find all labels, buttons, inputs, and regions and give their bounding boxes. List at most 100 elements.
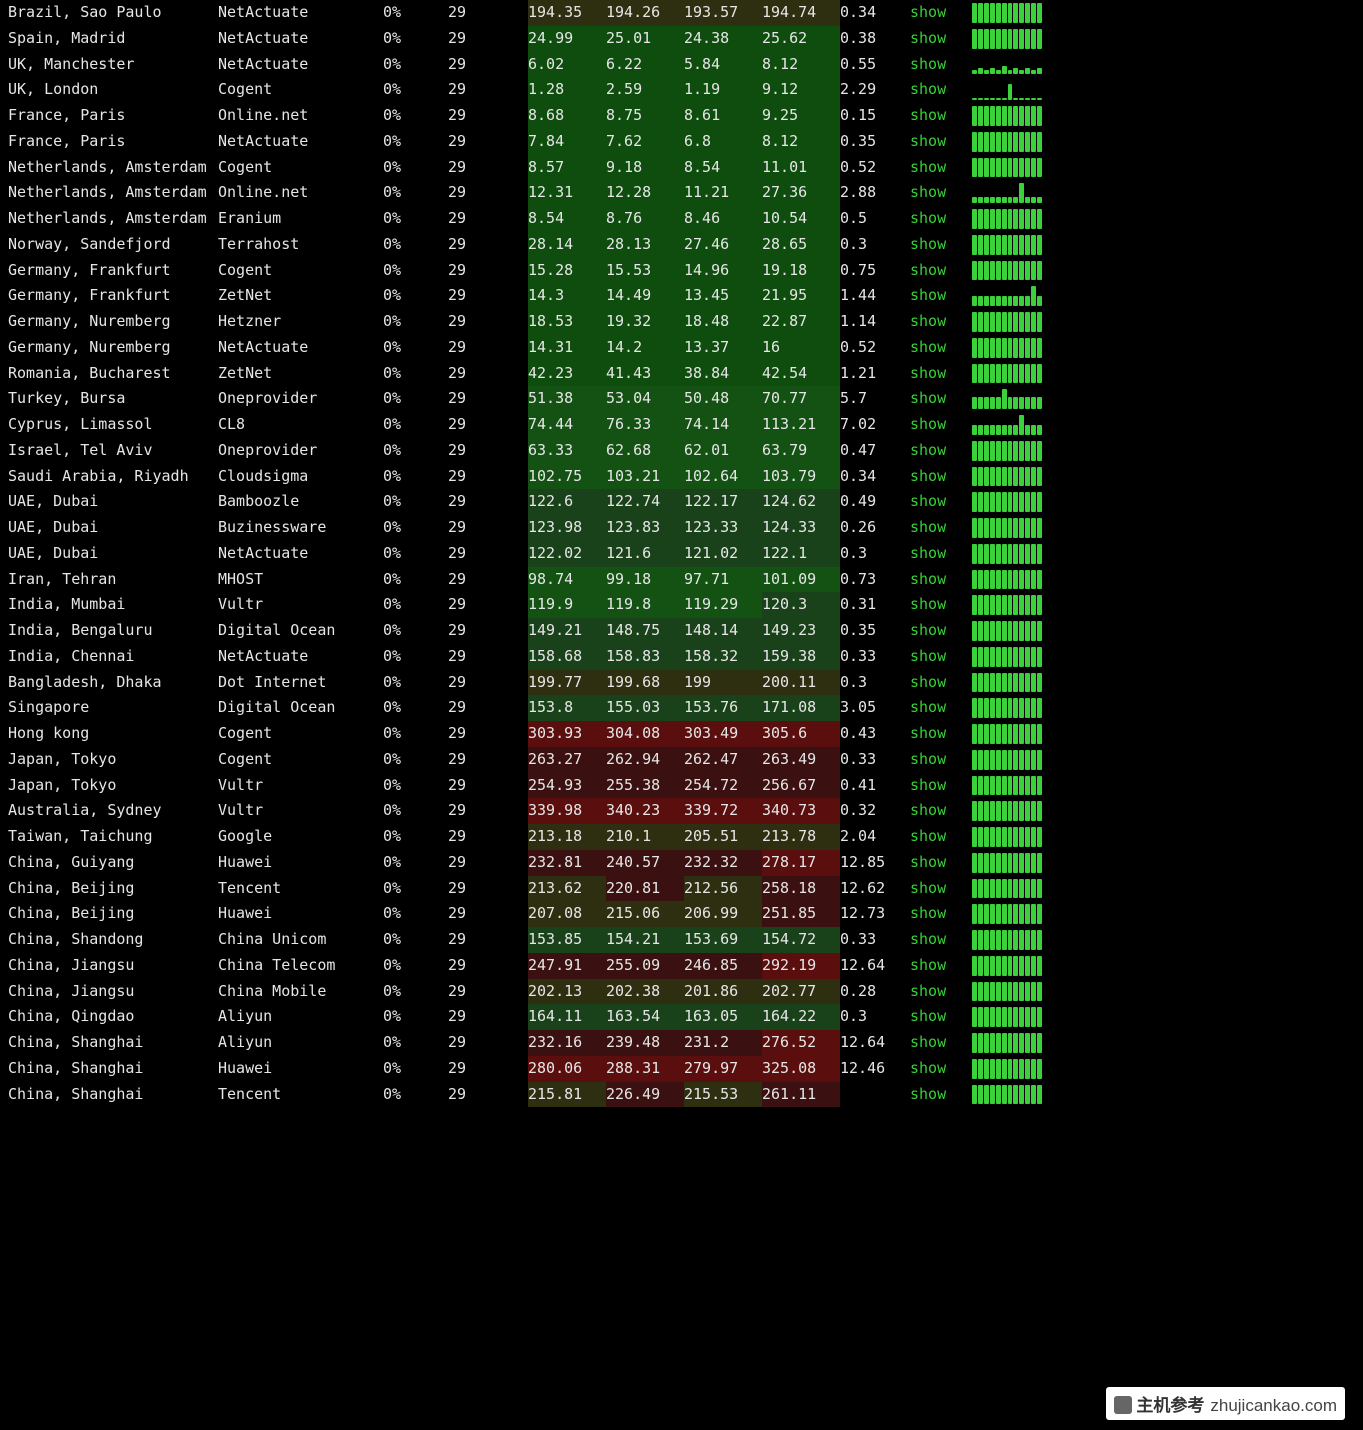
latency-cell: 6.22 bbox=[606, 52, 684, 78]
sent-cell: 29 bbox=[448, 464, 528, 490]
table-row: Germany, NurembergNetActuate0%2914.3114.… bbox=[0, 335, 1363, 361]
show-link[interactable]: show bbox=[910, 283, 972, 309]
show-link[interactable]: show bbox=[910, 52, 972, 78]
latency-cell: 239.48 bbox=[606, 1030, 684, 1056]
latency-cell: 101.09 bbox=[762, 567, 840, 593]
table-row: Germany, FrankfurtZetNet0%2914.314.4913.… bbox=[0, 283, 1363, 309]
show-link[interactable]: show bbox=[910, 489, 972, 515]
provider-cell: Google bbox=[218, 824, 383, 850]
show-link[interactable]: show bbox=[910, 592, 972, 618]
sparkline bbox=[972, 721, 1044, 747]
show-link[interactable]: show bbox=[910, 26, 972, 52]
sent-cell: 29 bbox=[448, 644, 528, 670]
sent-cell: 29 bbox=[448, 1004, 528, 1030]
table-row: UAE, DubaiNetActuate0%29122.02121.6121.0… bbox=[0, 541, 1363, 567]
show-link[interactable]: show bbox=[910, 386, 972, 412]
latency-cell: 6.8 bbox=[684, 129, 762, 155]
location-cell: China, Jiangsu bbox=[0, 953, 218, 979]
location-cell: Singapore bbox=[0, 695, 218, 721]
show-link[interactable]: show bbox=[910, 670, 972, 696]
location-cell: China, Shanghai bbox=[0, 1056, 218, 1082]
location-cell: China, Qingdao bbox=[0, 1004, 218, 1030]
loss-cell: 0% bbox=[383, 129, 448, 155]
show-link[interactable]: show bbox=[910, 206, 972, 232]
stdev-cell: 12.73 bbox=[840, 901, 910, 927]
show-link[interactable]: show bbox=[910, 464, 972, 490]
show-link[interactable]: show bbox=[910, 1004, 972, 1030]
show-link[interactable]: show bbox=[910, 180, 972, 206]
show-link[interactable]: show bbox=[910, 129, 972, 155]
show-link[interactable]: show bbox=[910, 850, 972, 876]
location-cell: UK, Manchester bbox=[0, 52, 218, 78]
show-link[interactable]: show bbox=[910, 618, 972, 644]
stdev-cell: 0.33 bbox=[840, 927, 910, 953]
show-link[interactable]: show bbox=[910, 567, 972, 593]
provider-cell: Online.net bbox=[218, 103, 383, 129]
latency-cell: 303.93 bbox=[528, 721, 606, 747]
show-link[interactable]: show bbox=[910, 309, 972, 335]
show-link[interactable]: show bbox=[910, 824, 972, 850]
latency-cell: 153.85 bbox=[528, 927, 606, 953]
show-link[interactable]: show bbox=[910, 747, 972, 773]
sparkline bbox=[972, 541, 1044, 567]
provider-cell: China Unicom bbox=[218, 927, 383, 953]
sparkline bbox=[972, 129, 1044, 155]
sparkline bbox=[972, 695, 1044, 721]
table-row: China, BeijingTencent0%29213.62220.81212… bbox=[0, 876, 1363, 902]
loss-cell: 0% bbox=[383, 1082, 448, 1108]
show-link[interactable]: show bbox=[910, 103, 972, 129]
latency-cell: 148.14 bbox=[684, 618, 762, 644]
show-link[interactable]: show bbox=[910, 953, 972, 979]
show-link[interactable]: show bbox=[910, 438, 972, 464]
show-link[interactable]: show bbox=[910, 0, 972, 26]
show-link[interactable]: show bbox=[910, 335, 972, 361]
loss-cell: 0% bbox=[383, 824, 448, 850]
latency-cell: 124.33 bbox=[762, 515, 840, 541]
table-row: Taiwan, TaichungGoogle0%29213.18210.1205… bbox=[0, 824, 1363, 850]
loss-cell: 0% bbox=[383, 52, 448, 78]
show-link[interactable]: show bbox=[910, 773, 972, 799]
location-cell: China, Shanghai bbox=[0, 1030, 218, 1056]
stdev-cell: 0.32 bbox=[840, 798, 910, 824]
latency-cell: 158.83 bbox=[606, 644, 684, 670]
show-link[interactable]: show bbox=[910, 876, 972, 902]
sparkline bbox=[972, 850, 1044, 876]
loss-cell: 0% bbox=[383, 309, 448, 335]
latency-cell: 163.05 bbox=[684, 1004, 762, 1030]
sent-cell: 29 bbox=[448, 103, 528, 129]
show-link[interactable]: show bbox=[910, 361, 972, 387]
show-link[interactable]: show bbox=[910, 232, 972, 258]
latency-cell: 210.1 bbox=[606, 824, 684, 850]
show-link[interactable]: show bbox=[910, 979, 972, 1005]
show-link[interactable]: show bbox=[910, 1056, 972, 1082]
latency-cell: 38.84 bbox=[684, 361, 762, 387]
latency-cell: 74.14 bbox=[684, 412, 762, 438]
latency-block: 51.3853.0450.4870.77 bbox=[528, 386, 840, 412]
location-cell: China, Guiyang bbox=[0, 850, 218, 876]
show-link[interactable]: show bbox=[910, 541, 972, 567]
latency-block: 207.08215.06206.99251.85 bbox=[528, 901, 840, 927]
location-cell: Germany, Frankfurt bbox=[0, 258, 218, 284]
show-link[interactable]: show bbox=[910, 412, 972, 438]
show-link[interactable]: show bbox=[910, 644, 972, 670]
provider-cell: Online.net bbox=[218, 180, 383, 206]
show-link[interactable]: show bbox=[910, 927, 972, 953]
sent-cell: 29 bbox=[448, 386, 528, 412]
latency-cell: 62.68 bbox=[606, 438, 684, 464]
show-link[interactable]: show bbox=[910, 1030, 972, 1056]
table-row: China, ShanghaiTencent0%29215.81226.4921… bbox=[0, 1082, 1363, 1108]
sent-cell: 29 bbox=[448, 180, 528, 206]
show-link[interactable]: show bbox=[910, 258, 972, 284]
show-link[interactable]: show bbox=[910, 1082, 972, 1108]
show-link[interactable]: show bbox=[910, 155, 972, 181]
show-link[interactable]: show bbox=[910, 77, 972, 103]
location-cell: Saudi Arabia, Riyadh bbox=[0, 464, 218, 490]
stdev-cell: 0.73 bbox=[840, 567, 910, 593]
show-link[interactable]: show bbox=[910, 721, 972, 747]
stdev-cell: 0.75 bbox=[840, 258, 910, 284]
show-link[interactable]: show bbox=[910, 798, 972, 824]
latency-cell: 2.59 bbox=[606, 77, 684, 103]
show-link[interactable]: show bbox=[910, 901, 972, 927]
show-link[interactable]: show bbox=[910, 695, 972, 721]
show-link[interactable]: show bbox=[910, 515, 972, 541]
